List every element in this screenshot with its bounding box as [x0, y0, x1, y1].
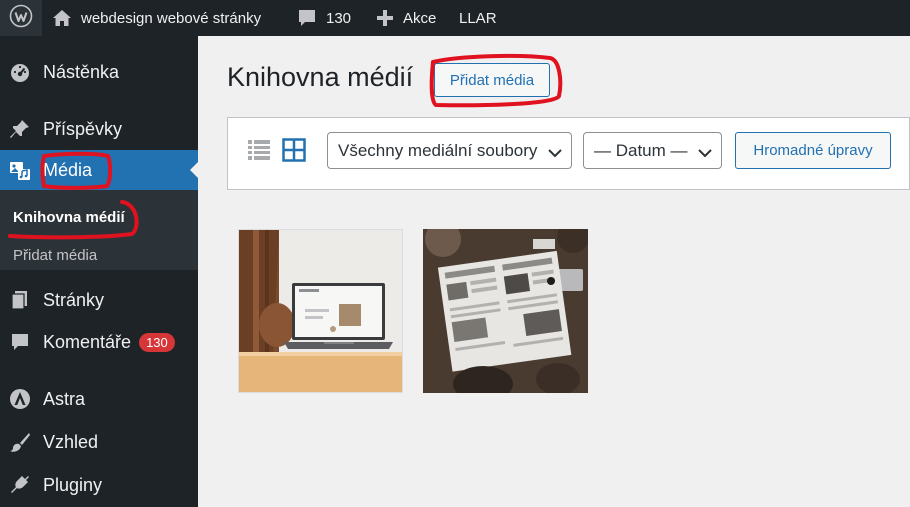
home-icon [52, 9, 72, 27]
admin-bar: webdesign webové stránky 130 Akce LLAR [0, 0, 910, 36]
bulk-edit-button[interactable]: Hromadné úpravy [735, 132, 891, 169]
newspapers-photo [423, 229, 588, 393]
wordpress-logo-button[interactable] [0, 0, 42, 36]
comments-count: 130 [326, 9, 352, 27]
menu-label: Pluginy [43, 474, 103, 495]
llar-label: LLAR [459, 9, 497, 27]
media-type-filter-value: Všechny mediální soubory [338, 140, 538, 160]
grid-view-icon [282, 137, 306, 167]
site-name-link[interactable]: webdesign webové stránky [52, 0, 261, 36]
media-toolbar: Všechny mediální soubory — Datum — Hroma… [227, 117, 910, 190]
chevron-down-icon [698, 144, 712, 164]
submenu-item-add-media[interactable]: Přidat média [13, 247, 97, 264]
site-name: webdesign webové stránky [81, 9, 262, 27]
list-view-button[interactable] [246, 139, 272, 165]
pages-icon [9, 289, 31, 311]
menu-item-plugins[interactable]: Pluginy [0, 465, 198, 505]
media-submenu: Knihovna médií Přidat média [0, 190, 198, 270]
page-title: Knihovna médií [227, 62, 414, 92]
menu-item-posts[interactable]: Příspěvky [0, 109, 198, 149]
media-type-filter[interactable]: Všechny mediální soubory [327, 132, 572, 169]
comments-badge: 130 [139, 332, 175, 352]
astra-icon [9, 388, 31, 410]
submenu-item-library[interactable]: Knihovna médií [13, 209, 125, 226]
brush-icon [9, 431, 31, 453]
grid-view-button[interactable] [281, 137, 307, 167]
new-content-label: Akce [403, 9, 437, 27]
media-icon [9, 159, 31, 181]
menu-label: Média [43, 159, 93, 180]
comment-bubble-icon [297, 8, 317, 28]
menu-label: Vzhled [43, 431, 99, 452]
menu-item-pages[interactable]: Stránky [0, 280, 198, 320]
pin-icon [9, 118, 31, 140]
new-content-link[interactable]: Akce [376, 0, 436, 36]
media-thumbnail-newspapers[interactable] [423, 229, 588, 393]
menu-item-comments[interactable]: Komentáře 130 [0, 322, 198, 362]
menu-label: Stránky [43, 289, 105, 310]
menu-item-media[interactable]: Média [0, 150, 198, 190]
llar-link[interactable]: LLAR [459, 0, 497, 36]
plugin-icon [9, 474, 31, 496]
comments-link[interactable]: 130 [297, 0, 351, 36]
date-filter-value: — Datum — [594, 140, 688, 160]
menu-label: Astra [43, 388, 86, 409]
menu-label: Komentáře [43, 331, 132, 352]
dashboard-icon [9, 61, 31, 83]
menu-label: Příspěvky [43, 118, 123, 139]
media-thumbnail-laptop[interactable] [238, 229, 403, 393]
menu-item-appearance[interactable]: Vzhled [0, 422, 198, 462]
menu-item-astra[interactable]: Astra [0, 379, 198, 419]
menu-item-dashboard[interactable]: Nástěnka [0, 52, 198, 92]
laptop-photo [239, 230, 402, 392]
plus-icon [376, 9, 394, 27]
list-view-icon [247, 139, 271, 166]
wordpress-icon [9, 4, 33, 32]
date-filter[interactable]: — Datum — [583, 132, 722, 169]
admin-sidebar: Nástěnka Příspěvky Média Knihovna médií … [0, 36, 198, 507]
comment-icon [9, 331, 31, 353]
add-media-button[interactable]: Přidat média [434, 63, 550, 97]
menu-label: Nástěnka [43, 61, 120, 82]
chevron-down-icon [548, 144, 562, 164]
